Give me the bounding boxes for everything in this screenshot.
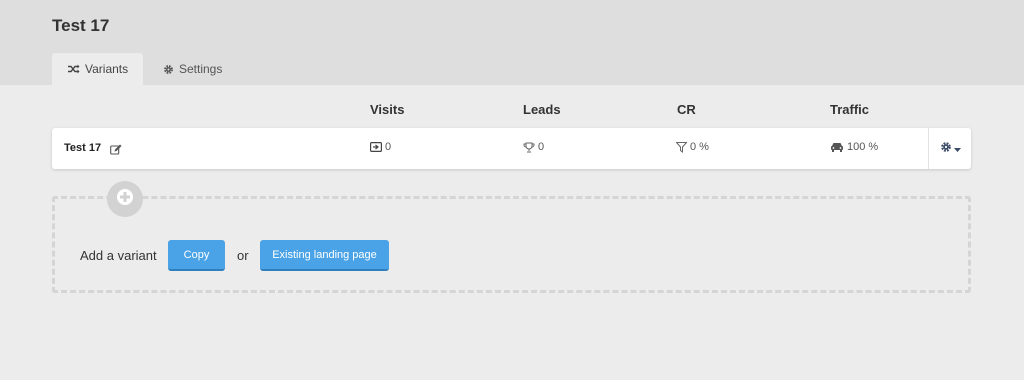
caret-down-icon (953, 140, 961, 158)
copy-button[interactable]: Copy (168, 240, 225, 271)
column-header-traffic: Traffic (830, 102, 870, 117)
column-header-cr: CR (677, 102, 696, 117)
trophy-icon (523, 142, 535, 153)
cr-value: 0 % (690, 141, 709, 153)
leads-metric: 0 (523, 141, 544, 153)
existing-landing-page-button[interactable]: Existing landing page (260, 240, 389, 271)
visits-icon (370, 142, 382, 152)
gear-icon (163, 64, 174, 75)
column-header-visits: Visits (370, 102, 405, 117)
add-variant-plus-button[interactable] (107, 181, 143, 217)
visits-value: 0 (385, 141, 392, 153)
page-title: Test 17 (52, 16, 110, 35)
variant-row: Test 17 0 0 0 % 100 % (52, 128, 971, 169)
edit-icon[interactable] (110, 142, 122, 160)
add-variant-label: Add a variant (80, 248, 157, 263)
car-icon (830, 142, 844, 152)
or-label: or (237, 248, 249, 263)
column-header-leads: Leads (523, 102, 561, 117)
filter-icon (676, 141, 687, 153)
page-header: Test 17 Variants Settings (0, 0, 1024, 85)
traffic-value: 100 % (847, 141, 879, 153)
tab-label: Settings (179, 62, 223, 76)
variant-settings-dropdown[interactable] (928, 128, 971, 169)
variant-name: Test 17 (64, 142, 102, 154)
plus-icon (116, 188, 134, 211)
shuffle-icon (68, 64, 80, 74)
tab-settings[interactable]: Settings (147, 53, 238, 85)
tab-variants[interactable]: Variants (52, 53, 143, 85)
leads-value: 0 (538, 141, 545, 153)
cr-metric: 0 % (676, 141, 709, 153)
gear-icon (940, 140, 952, 158)
tab-label: Variants (85, 62, 129, 76)
visits-metric: 0 (370, 141, 391, 153)
traffic-metric: 100 % (830, 141, 878, 153)
